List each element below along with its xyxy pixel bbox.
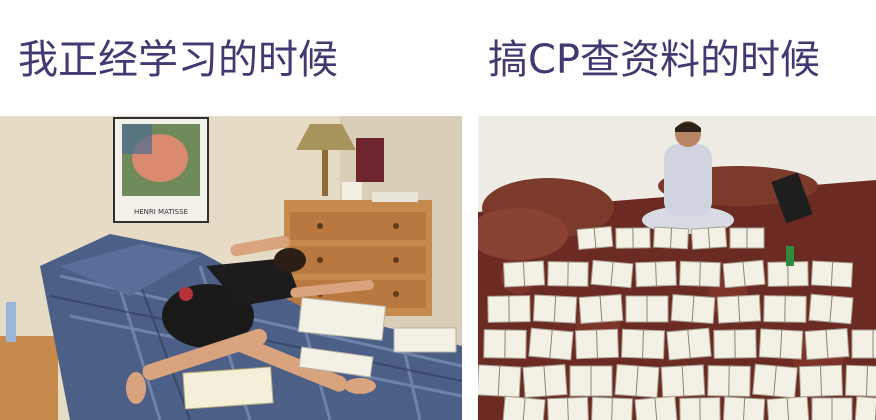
- open-book: [844, 364, 876, 398]
- open-book: [634, 395, 678, 420]
- open-book: [679, 260, 721, 288]
- nightstand: [0, 336, 58, 420]
- open-book: [811, 397, 853, 420]
- open-book: [854, 396, 876, 420]
- open-book: [798, 364, 844, 398]
- open-book: [590, 259, 634, 289]
- poster-text: HENRI MATISSE: [134, 208, 188, 216]
- open-book: [670, 294, 716, 324]
- open-book: [851, 329, 876, 359]
- open-book: [578, 294, 624, 324]
- open-book: [502, 395, 546, 420]
- open-book: [591, 396, 633, 420]
- open-book: [532, 294, 578, 324]
- open-book: [679, 397, 721, 420]
- open-book: [808, 293, 854, 325]
- open-book: [547, 396, 589, 420]
- open-book: [487, 295, 531, 323]
- open-book: [625, 295, 669, 323]
- open-book: [615, 227, 651, 249]
- open-book: [722, 396, 766, 420]
- open-book: [478, 364, 522, 398]
- open-book: [660, 364, 706, 398]
- open-book: [707, 365, 751, 397]
- open-book: [713, 329, 757, 359]
- open-book: [576, 226, 614, 250]
- open-book: [666, 327, 712, 361]
- open-book: [522, 364, 568, 398]
- matisse-poster: HENRI MATISSE: [113, 117, 209, 223]
- caption-right: 搞CP查资料的时候: [488, 37, 821, 83]
- open-book: [810, 260, 854, 288]
- open-book: [758, 328, 804, 360]
- open-book: [483, 329, 527, 359]
- open-book: [635, 260, 677, 288]
- open-book: [763, 295, 807, 323]
- open-book: [502, 260, 546, 288]
- green-bottle: [786, 246, 794, 266]
- open-book: [722, 259, 766, 289]
- open-book: [547, 261, 589, 287]
- open-book: [652, 226, 690, 250]
- open-book: [528, 327, 574, 361]
- open-book: [690, 226, 728, 250]
- open-book: [752, 363, 798, 399]
- open-book: [729, 227, 765, 249]
- caption-left: 我正经学习的时候: [18, 37, 338, 83]
- open-book: [621, 328, 665, 360]
- photo-researching-on-rug: [478, 116, 876, 420]
- open-book: [716, 294, 762, 324]
- open-book: [569, 365, 613, 397]
- photo-studying-on-bed: HENRI MATISSE: [0, 116, 462, 420]
- open-book: [575, 328, 619, 360]
- open-book: [804, 328, 850, 360]
- open-book: [766, 396, 810, 420]
- open-book: [614, 364, 660, 398]
